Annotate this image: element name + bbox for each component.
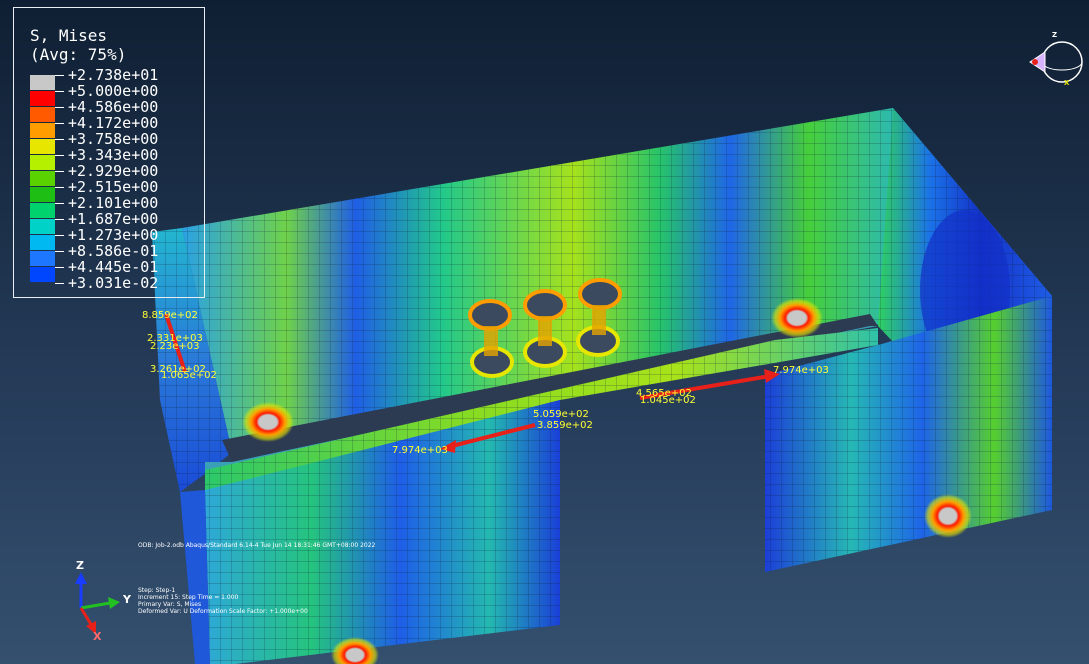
legend-tick [55,283,64,284]
primary-var-line: Primary Var: S, Mises [138,601,202,608]
load-label: 7.974e+03 [392,445,448,456]
contour-legend: S, Mises (Avg: 75%) +2.738e+01 +5.000e+00… [13,7,205,298]
view-triad-x-label: X [1064,79,1070,87]
legend-value: +4.172e+00 [68,114,159,132]
legend-value: +2.738e+01 [68,66,159,84]
legend-value: +2.515e+00 [68,178,159,196]
legend-swatch [30,171,55,186]
legend-swatch [30,123,55,138]
legend-value: +8.586e-01 [68,242,159,260]
legend-value: +1.687e+00 [68,210,159,228]
legend-subtitle: (Avg: 75%) [30,45,127,64]
triad-z-label: Z [76,559,84,572]
legend-swatch [30,155,55,170]
legend-swatch [30,235,55,250]
legend-tick [55,219,64,220]
legend-title: S, Mises [30,26,108,45]
legend-swatch [30,267,55,282]
legend-swatch [30,107,55,122]
legend-tick [55,91,64,92]
legend-swatch [30,139,55,154]
legend-tick [55,203,64,204]
load-label: 5.059e+02 [533,409,589,420]
legend-value: +4.445e-01 [68,258,159,276]
legend-tick [55,107,64,108]
legend-swatch [30,251,55,266]
deformed-var-line: Deformed Var: U Deformation Scale Factor… [138,608,308,615]
load-label: 8.859e+02 [142,310,198,321]
step-info-line: Step: Step-1 [138,587,176,594]
load-label: 1.045e+02 [640,395,696,406]
legend-value: +1.273e+00 [68,226,159,244]
load-label: 2.23e+03 [150,341,200,352]
load-label: 7.974e+03 [773,365,829,376]
legend-tick [55,267,64,268]
legend-swatch [30,187,55,202]
legend-swatch [30,91,55,106]
load-label: 3.859e+02 [537,420,593,431]
legend-tick [55,187,64,188]
legend-swatch [30,75,55,90]
increment-info-line: Increment 15: Step Time = 1.000 [138,594,239,601]
legend-tick [55,139,64,140]
legend-value: +3.031e-02 [68,274,159,292]
legend-tick [55,251,64,252]
legend-value: +5.000e+00 [68,82,159,100]
triad-x-label: X [93,630,102,643]
legend-tick [55,155,64,156]
legend-tick [55,171,64,172]
legend-tick [55,235,64,236]
legend-swatch [30,219,55,234]
legend-value: +3.758e+00 [68,130,159,148]
legend-value: +3.343e+00 [68,146,159,164]
odb-info-line: ODB: Job-2.odb Abaqus/Standard 6.14-4 Tu… [138,542,376,549]
legend-tick [55,123,64,124]
legend-tick [55,75,64,76]
load-label: 1.065e+02 [161,370,217,381]
view-triad [1029,41,1083,83]
triad-y-label: Y [123,593,131,606]
axis-triad [75,572,120,634]
legend-swatch [30,203,55,218]
view-triad-z-label: Z [1052,31,1058,39]
legend-value: +2.101e+00 [68,194,159,212]
legend-value: +4.586e+00 [68,98,159,116]
legend-value: +2.929e+00 [68,162,159,180]
